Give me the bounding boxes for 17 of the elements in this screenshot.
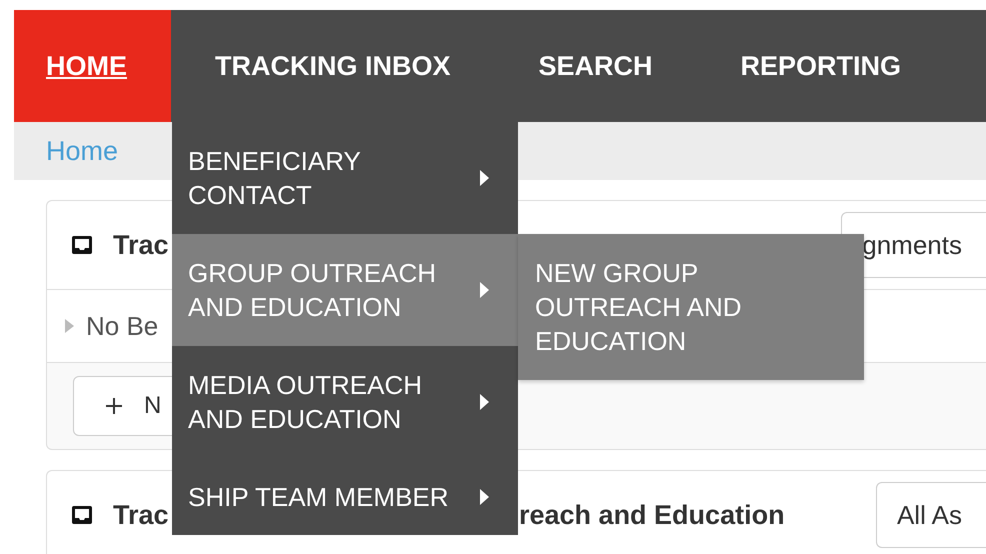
nav-tab[interactable]: REPORTING [696,10,946,122]
menu-item[interactable]: GROUP OUTREACH AND EDUCATION [172,234,518,346]
menu-item[interactable]: SHIP TEAM MEMBER [172,458,518,535]
submenu-item[interactable]: NEW GROUP OUTREACH AND EDUCATION [518,234,864,380]
filter-dropdown[interactable]: All As [876,482,986,548]
row-text: No Be [86,310,158,342]
panel-title: Trac [113,500,169,530]
nav-tab[interactable]: HOME [14,10,171,122]
nav-tab[interactable]: SEARCH [494,10,697,122]
expand-icon[interactable] [65,319,74,333]
panel-title: Trac [113,230,169,260]
inbox-icon [71,234,93,256]
inbox-icon [71,504,93,526]
menu-item[interactable]: BENEFICIARY CONTACT [172,122,518,234]
panel-title: reach and Education [519,500,785,530]
nav-tab[interactable]: TRACKING INBOX [171,10,494,122]
plus-icon [106,398,122,414]
